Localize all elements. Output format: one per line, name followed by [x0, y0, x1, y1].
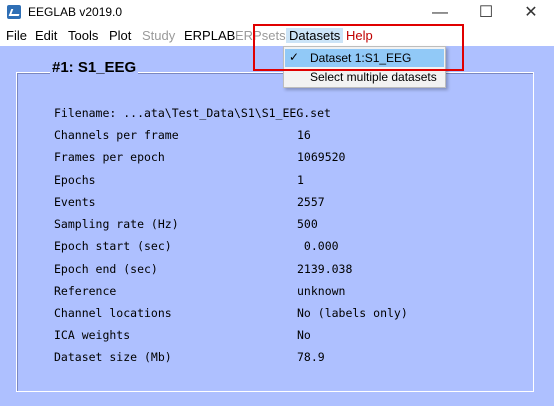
- menu-erplab[interactable]: ERPLAB: [184, 28, 235, 43]
- events-value: 2557: [297, 195, 325, 209]
- select-multiple-datasets-label: Select multiple datasets: [310, 70, 437, 84]
- minimize-button[interactable]: —: [417, 0, 463, 25]
- ica-weights-label: ICA weights: [54, 328, 131, 342]
- menu-tools[interactable]: Tools: [68, 28, 98, 43]
- frames-per-epoch-label: Frames per epoch: [54, 150, 165, 164]
- epoch-end-label: Epoch end (sec): [54, 262, 158, 276]
- menu-study[interactable]: Study: [142, 28, 175, 43]
- channels-per-frame-value: 16: [297, 128, 311, 142]
- dataset-info-panel: [16, 72, 534, 392]
- dataset-title: #1: S1_EEG: [50, 59, 139, 76]
- epoch-start-label: Epoch start (sec): [54, 239, 172, 253]
- epoch-end-value: 2139.038: [297, 262, 353, 276]
- title-bar: EEGLAB v2019.0 — ☐ ✕: [0, 0, 554, 25]
- events-label: Events: [54, 195, 96, 209]
- reference-value: unknown: [297, 284, 346, 298]
- epochs-value: 1: [297, 173, 304, 187]
- maximize-button[interactable]: ☐: [463, 0, 509, 25]
- epochs-label: Epochs: [54, 173, 96, 187]
- epoch-start-value: 0.000: [297, 239, 339, 253]
- main-content: #1: S1_EEG Filename: ...ata\Test_Data\S1…: [0, 46, 554, 406]
- dataset-size-value: 78.9: [297, 350, 325, 364]
- highlight-box: [253, 24, 464, 71]
- filename-label: Filename: ...ata\Test_Data\S1\S1_EEG.set: [54, 106, 331, 120]
- channels-per-frame-label: Channels per frame: [54, 128, 179, 142]
- sampling-rate-label: Sampling rate (Hz): [54, 217, 179, 231]
- dataset-size-label: Dataset size (Mb): [54, 350, 172, 364]
- frames-per-epoch-value: 1069520: [297, 150, 346, 164]
- eeglab-app-icon: [7, 5, 21, 19]
- menu-edit[interactable]: Edit: [35, 28, 57, 43]
- reference-label: Reference: [54, 284, 117, 298]
- close-button[interactable]: ✕: [508, 0, 554, 25]
- window-title: EEGLAB v2019.0: [28, 5, 123, 19]
- ica-weights-value: No: [297, 328, 311, 342]
- channel-locations-value: No (labels only): [297, 306, 408, 320]
- menu-plot[interactable]: Plot: [109, 28, 131, 43]
- menu-file[interactable]: File: [6, 28, 27, 43]
- channel-locations-label: Channel locations: [54, 306, 172, 320]
- sampling-rate-value: 500: [297, 217, 318, 231]
